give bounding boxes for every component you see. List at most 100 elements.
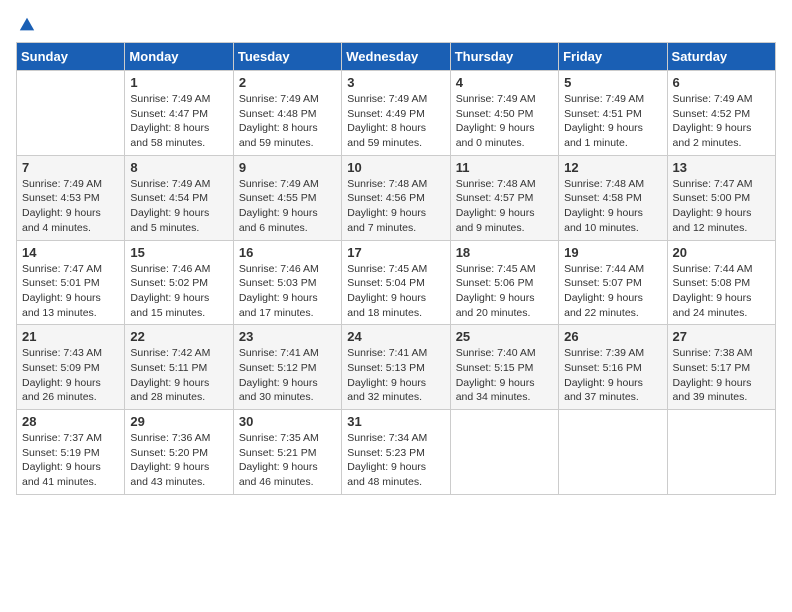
day-number: 14 [22,245,119,260]
day-number: 1 [130,75,227,90]
day-cell: 28 Sunrise: 7:37 AMSunset: 5:19 PMDayligh… [17,410,125,495]
weekday-header-wednesday: Wednesday [342,43,450,71]
day-info: Sunrise: 7:47 AMSunset: 5:01 PMDaylight:… [22,262,119,321]
day-number: 9 [239,160,336,175]
day-info: Sunrise: 7:39 AMSunset: 5:16 PMDaylight:… [564,346,661,405]
day-number: 31 [347,414,444,429]
day-cell: 25 Sunrise: 7:40 AMSunset: 5:15 PMDayligh… [450,325,558,410]
day-info: Sunrise: 7:41 AMSunset: 5:13 PMDaylight:… [347,346,444,405]
day-number: 19 [564,245,661,260]
day-number: 3 [347,75,444,90]
day-cell: 11 Sunrise: 7:48 AMSunset: 4:57 PMDayligh… [450,155,558,240]
day-cell: 19 Sunrise: 7:44 AMSunset: 5:07 PMDayligh… [559,240,667,325]
day-info: Sunrise: 7:46 AMSunset: 5:02 PMDaylight:… [130,262,227,321]
day-cell: 4 Sunrise: 7:49 AMSunset: 4:50 PMDaylight… [450,71,558,156]
day-number: 11 [456,160,553,175]
day-number: 23 [239,329,336,344]
day-number: 22 [130,329,227,344]
day-cell: 29 Sunrise: 7:36 AMSunset: 5:20 PMDayligh… [125,410,233,495]
day-info: Sunrise: 7:48 AMSunset: 4:56 PMDaylight:… [347,177,444,236]
day-info: Sunrise: 7:49 AMSunset: 4:53 PMDaylight:… [22,177,119,236]
day-number: 13 [673,160,770,175]
day-cell [450,410,558,495]
day-info: Sunrise: 7:35 AMSunset: 5:21 PMDaylight:… [239,431,336,490]
day-cell: 27 Sunrise: 7:38 AMSunset: 5:17 PMDayligh… [667,325,775,410]
day-number: 29 [130,414,227,429]
day-cell [667,410,775,495]
day-cell: 1 Sunrise: 7:49 AMSunset: 4:47 PMDaylight… [125,71,233,156]
day-info: Sunrise: 7:44 AMSunset: 5:08 PMDaylight:… [673,262,770,321]
logo-icon [18,16,36,34]
day-info: Sunrise: 7:49 AMSunset: 4:48 PMDaylight:… [239,92,336,151]
day-number: 12 [564,160,661,175]
day-cell [17,71,125,156]
day-number: 17 [347,245,444,260]
day-info: Sunrise: 7:43 AMSunset: 5:09 PMDaylight:… [22,346,119,405]
week-row-5: 28 Sunrise: 7:37 AMSunset: 5:19 PMDayligh… [17,410,776,495]
day-info: Sunrise: 7:49 AMSunset: 4:49 PMDaylight:… [347,92,444,151]
day-cell: 12 Sunrise: 7:48 AMSunset: 4:58 PMDayligh… [559,155,667,240]
day-cell: 30Sunrise: 7:35 AMSunset: 5:21 PMDayligh… [233,410,341,495]
day-info: Sunrise: 7:38 AMSunset: 5:17 PMDaylight:… [673,346,770,405]
day-cell: 20 Sunrise: 7:44 AMSunset: 5:08 PMDayligh… [667,240,775,325]
weekday-header-row: SundayMondayTuesdayWednesdayThursdayFrid… [17,43,776,71]
day-number: 4 [456,75,553,90]
day-info: Sunrise: 7:47 AMSunset: 5:00 PMDaylight:… [673,177,770,236]
day-number: 2 [239,75,336,90]
day-cell: 7 Sunrise: 7:49 AMSunset: 4:53 PMDaylight… [17,155,125,240]
day-number: 7 [22,160,119,175]
day-cell: 9 Sunrise: 7:49 AMSunset: 4:55 PMDaylight… [233,155,341,240]
day-cell: 31 Sunrise: 7:34 AMSunset: 5:23 PMDayligh… [342,410,450,495]
day-number: 18 [456,245,553,260]
day-info: Sunrise: 7:41 AMSunset: 5:12 PMDaylight:… [239,346,336,405]
day-info: Sunrise: 7:49 AMSunset: 4:51 PMDaylight:… [564,92,661,151]
day-number: 20 [673,245,770,260]
day-info: Sunrise: 7:49 AMSunset: 4:47 PMDaylight:… [130,92,227,151]
week-row-2: 7 Sunrise: 7:49 AMSunset: 4:53 PMDaylight… [17,155,776,240]
day-info: Sunrise: 7:48 AMSunset: 4:57 PMDaylight:… [456,177,553,236]
day-number: 15 [130,245,227,260]
day-cell: 16Sunrise: 7:46 AMSunset: 5:03 PMDayligh… [233,240,341,325]
day-number: 16 [239,245,336,260]
day-cell: 23 Sunrise: 7:41 AMSunset: 5:12 PMDayligh… [233,325,341,410]
day-cell: 17 Sunrise: 7:45 AMSunset: 5:04 PMDayligh… [342,240,450,325]
day-info: Sunrise: 7:36 AMSunset: 5:20 PMDaylight:… [130,431,227,490]
day-cell: 26Sunrise: 7:39 AMSunset: 5:16 PMDayligh… [559,325,667,410]
day-cell: 15 Sunrise: 7:46 AMSunset: 5:02 PMDayligh… [125,240,233,325]
day-cell: 10 Sunrise: 7:48 AMSunset: 4:56 PMDayligh… [342,155,450,240]
day-info: Sunrise: 7:34 AMSunset: 5:23 PMDaylight:… [347,431,444,490]
calendar-table: SundayMondayTuesdayWednesdayThursdayFrid… [16,42,776,495]
weekday-header-sunday: Sunday [17,43,125,71]
day-cell: 21Sunrise: 7:43 AMSunset: 5:09 PMDayligh… [17,325,125,410]
day-info: Sunrise: 7:44 AMSunset: 5:07 PMDaylight:… [564,262,661,321]
week-row-4: 21Sunrise: 7:43 AMSunset: 5:09 PMDayligh… [17,325,776,410]
day-info: Sunrise: 7:49 AMSunset: 4:54 PMDaylight:… [130,177,227,236]
day-cell: 18Sunrise: 7:45 AMSunset: 5:06 PMDayligh… [450,240,558,325]
week-row-3: 14 Sunrise: 7:47 AMSunset: 5:01 PMDayligh… [17,240,776,325]
page-header [16,16,776,30]
day-number: 10 [347,160,444,175]
day-info: Sunrise: 7:45 AMSunset: 5:04 PMDaylight:… [347,262,444,321]
weekday-header-friday: Friday [559,43,667,71]
day-number: 27 [673,329,770,344]
weekday-header-thursday: Thursday [450,43,558,71]
day-info: Sunrise: 7:48 AMSunset: 4:58 PMDaylight:… [564,177,661,236]
day-number: 8 [130,160,227,175]
day-cell: 8 Sunrise: 7:49 AMSunset: 4:54 PMDaylight… [125,155,233,240]
day-info: Sunrise: 7:37 AMSunset: 5:19 PMDaylight:… [22,431,119,490]
day-info: Sunrise: 7:40 AMSunset: 5:15 PMDaylight:… [456,346,553,405]
day-info: Sunrise: 7:49 AMSunset: 4:50 PMDaylight:… [456,92,553,151]
day-cell: 14 Sunrise: 7:47 AMSunset: 5:01 PMDayligh… [17,240,125,325]
day-info: Sunrise: 7:49 AMSunset: 4:55 PMDaylight:… [239,177,336,236]
day-number: 6 [673,75,770,90]
day-cell [559,410,667,495]
weekday-header-monday: Monday [125,43,233,71]
day-number: 28 [22,414,119,429]
weekday-header-tuesday: Tuesday [233,43,341,71]
day-cell: 3 Sunrise: 7:49 AMSunset: 4:49 PMDaylight… [342,71,450,156]
day-number: 24 [347,329,444,344]
day-cell: 5 Sunrise: 7:49 AMSunset: 4:51 PMDaylight… [559,71,667,156]
day-number: 25 [456,329,553,344]
day-number: 5 [564,75,661,90]
week-row-1: 1 Sunrise: 7:49 AMSunset: 4:47 PMDaylight… [17,71,776,156]
